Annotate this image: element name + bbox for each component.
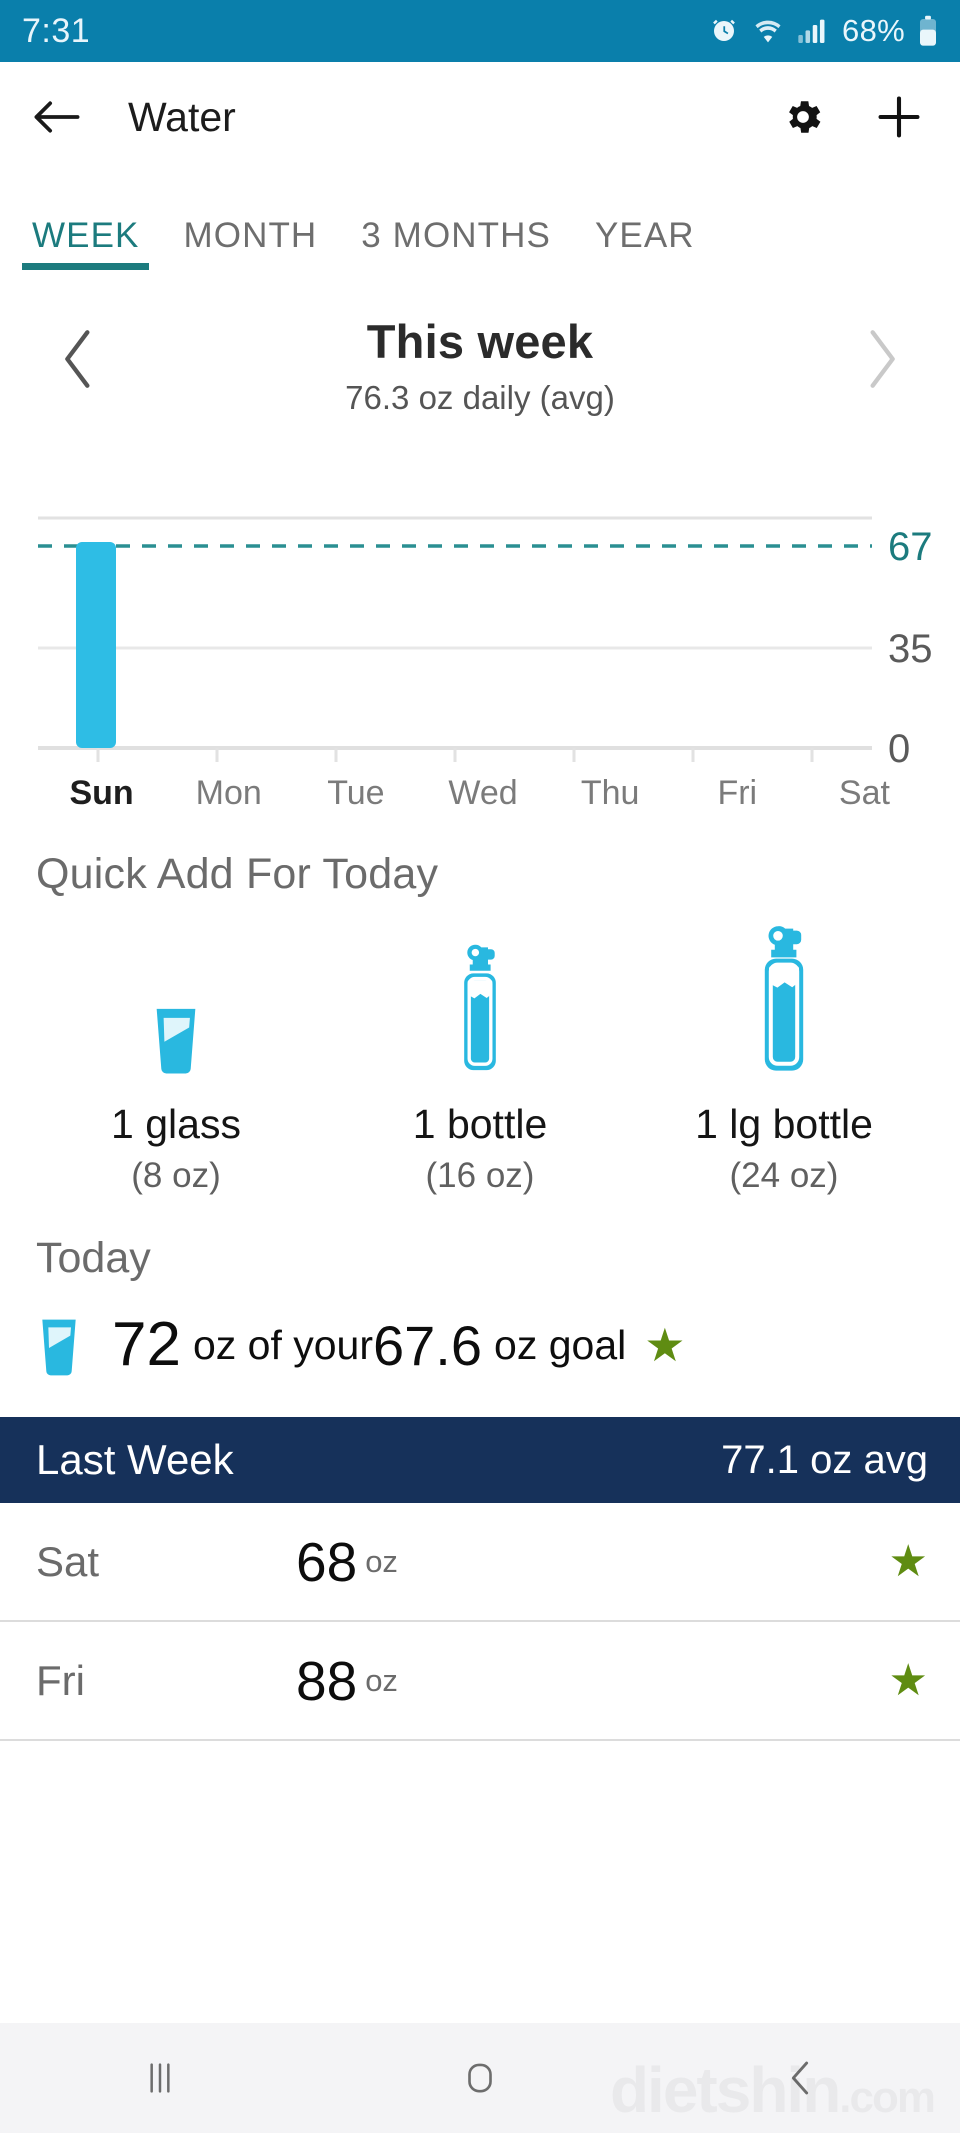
row-value: 68: [296, 1530, 358, 1593]
quick-add-glass[interactable]: 1 glass (8 oz): [24, 925, 328, 1196]
table-row[interactable]: Fri 88 oz ★: [0, 1622, 960, 1741]
xtick-wed: Wed: [448, 774, 518, 812]
back-icon[interactable]: [740, 2023, 860, 2133]
quick-add-large-bottle[interactable]: 1 lg bottle (24 oz): [632, 925, 936, 1196]
wifi-icon: [752, 17, 784, 45]
star-icon: ★: [888, 1656, 928, 1705]
last-week-average: 77.1 oz avg: [721, 1437, 928, 1482]
quick-add-title: Quick Add For Today: [36, 850, 439, 898]
today-summary[interactable]: 72 oz of your 67.6 oz goal ★: [0, 1283, 960, 1393]
quick-add-glass-amount: (8 oz): [131, 1156, 221, 1195]
period-header: This week 76.3 oz daily (avg): [0, 270, 960, 446]
today-middle-text: oz of your: [192, 1321, 374, 1368]
today-goal-value: 67.6: [373, 1313, 483, 1377]
battery-icon: [918, 15, 938, 47]
app-bar: Water: [0, 62, 960, 172]
x-axis-ticks: [96, 748, 814, 762]
water-bar-chart: 67 35 0 Sun Mon Tue Wed Thu Fri Sat: [0, 500, 960, 820]
ytick-0: 0: [888, 727, 910, 768]
chart-canvas: 67 35 0: [38, 516, 933, 768]
row-day: Sat: [36, 1537, 100, 1585]
system-nav-bar: dietshin.com: [0, 2023, 960, 2133]
row-unit: oz: [365, 1662, 398, 1698]
quick-add-large-bottle-label: 1 lg bottle: [695, 1101, 873, 1147]
battery-percent: 68%: [842, 13, 905, 48]
home-icon[interactable]: [420, 2023, 540, 2133]
alarm-icon: [709, 16, 739, 46]
quick-add-bottle-label: 1 bottle: [412, 1101, 548, 1147]
ytick-35: 35: [888, 627, 933, 671]
table-row[interactable]: Sat 68 oz ★: [0, 1503, 960, 1622]
today-title: Today: [36, 1234, 151, 1282]
tab-bar: WEEK MONTH 3 MONTHS YEAR: [0, 172, 960, 270]
chart-x-axis: Sun Mon Tue Wed Thu Fri Sat: [38, 768, 928, 813]
ytick-goal: 67: [888, 525, 933, 569]
period-title: This week: [366, 315, 594, 368]
today-amount: 72: [112, 1310, 181, 1379]
tab-3months[interactable]: 3 MONTHS: [339, 216, 573, 270]
xtick-tue: Tue: [327, 774, 385, 812]
xtick-fri: Fri: [717, 774, 758, 812]
xtick-sat: Sat: [838, 774, 890, 812]
xtick-thu: Thu: [580, 774, 640, 812]
next-period-button[interactable]: [846, 324, 916, 394]
previous-period-button[interactable]: [44, 324, 114, 394]
status-bar: 7:31 68%: [0, 0, 960, 62]
xtick-sun: Sun: [69, 774, 134, 812]
last-week-label: Last Week: [36, 1436, 234, 1483]
xtick-mon: Mon: [195, 774, 262, 812]
add-button[interactable]: [868, 86, 930, 148]
glass-icon: [24, 925, 328, 1075]
tab-week[interactable]: WEEK: [10, 216, 161, 270]
quick-add-bottle[interactable]: 1 bottle (16 oz): [328, 925, 632, 1196]
period-subtitle: 76.3 oz daily (avg): [345, 379, 615, 416]
quick-add-bottle-amount: (16 oz): [425, 1156, 535, 1195]
row-value: 88: [296, 1649, 358, 1712]
large-bottle-icon: [632, 925, 936, 1075]
glass-icon: [34, 1308, 84, 1383]
status-time: 7:31: [22, 11, 91, 50]
status-icons: 68%: [709, 13, 938, 49]
page-title: Water: [128, 93, 236, 140]
quick-add-glass-label: 1 glass: [111, 1101, 241, 1147]
quick-add-large-bottle-amount: (24 oz): [729, 1156, 839, 1195]
tab-year[interactable]: YEAR: [573, 216, 717, 270]
quick-add-list: 1 glass (8 oz) 1 bottle (16 oz) 1 lg bot…: [0, 925, 960, 1196]
app-screen: 7:31 68% Water WEEK MONTH 3 MONTHS YEAR …: [0, 0, 960, 2133]
signal-icon: [797, 17, 829, 45]
star-icon: ★: [888, 1537, 928, 1586]
recents-icon[interactable]: [100, 2023, 220, 2133]
bottle-icon: [328, 925, 632, 1075]
gear-icon[interactable]: [772, 86, 834, 148]
today-goal-suffix: oz goal: [494, 1321, 627, 1368]
back-button[interactable]: [26, 86, 88, 148]
row-day: Fri: [36, 1656, 85, 1704]
tab-month[interactable]: MONTH: [161, 216, 339, 270]
bar-sun: [76, 542, 116, 748]
last-week-header: Last Week 77.1 oz avg: [0, 1417, 960, 1503]
star-icon: ★: [644, 1319, 686, 1371]
row-unit: oz: [365, 1543, 398, 1579]
